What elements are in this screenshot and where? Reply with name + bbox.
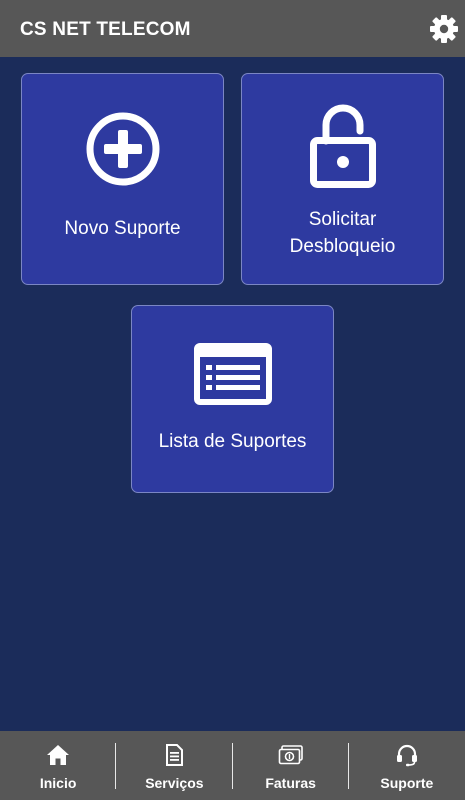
document-icon bbox=[165, 743, 184, 767]
solicitar-desbloqueio-label-line2: Desbloqueio bbox=[289, 236, 396, 257]
solicitar-desbloqueio-card[interactable]: Solicitar Desbloqueio bbox=[241, 73, 444, 285]
nav-label-suporte: Suporte bbox=[380, 775, 434, 791]
solicitar-desbloqueio-label: Solicitar Desbloqueio bbox=[250, 206, 435, 260]
headset-icon bbox=[395, 743, 419, 767]
nav-label-inicio: Inicio bbox=[39, 775, 77, 791]
nav-item-servicos[interactable]: Serviços bbox=[116, 731, 233, 800]
plus-circle-icon bbox=[22, 111, 223, 187]
solicitar-desbloqueio-label-line1: Solicitar bbox=[308, 209, 377, 230]
novo-suporte-card[interactable]: Novo Suporte bbox=[21, 73, 224, 285]
nav-item-suporte[interactable]: Suporte bbox=[349, 731, 465, 800]
money-icon bbox=[278, 743, 304, 767]
lista-suportes-card[interactable]: Lista de Suportes bbox=[131, 305, 334, 493]
gear-icon bbox=[430, 15, 458, 43]
unlock-icon bbox=[242, 103, 443, 189]
nav-label-servicos: Serviços bbox=[145, 775, 204, 791]
settings-button[interactable] bbox=[427, 12, 461, 46]
app-header: CS NET TELECOM bbox=[0, 0, 465, 57]
bottom-navigation: Inicio Serviços Faturas Suporte bbox=[0, 731, 465, 800]
list-icon bbox=[132, 343, 333, 405]
nav-item-faturas[interactable]: Faturas bbox=[233, 731, 349, 800]
novo-suporte-label: Novo Suporte bbox=[64, 218, 181, 239]
nav-label-faturas: Faturas bbox=[265, 775, 316, 791]
app-title: CS NET TELECOM bbox=[20, 19, 191, 40]
lista-suportes-label: Lista de Suportes bbox=[158, 431, 307, 452]
nav-item-inicio[interactable]: Inicio bbox=[0, 731, 117, 800]
home-icon bbox=[46, 743, 70, 767]
